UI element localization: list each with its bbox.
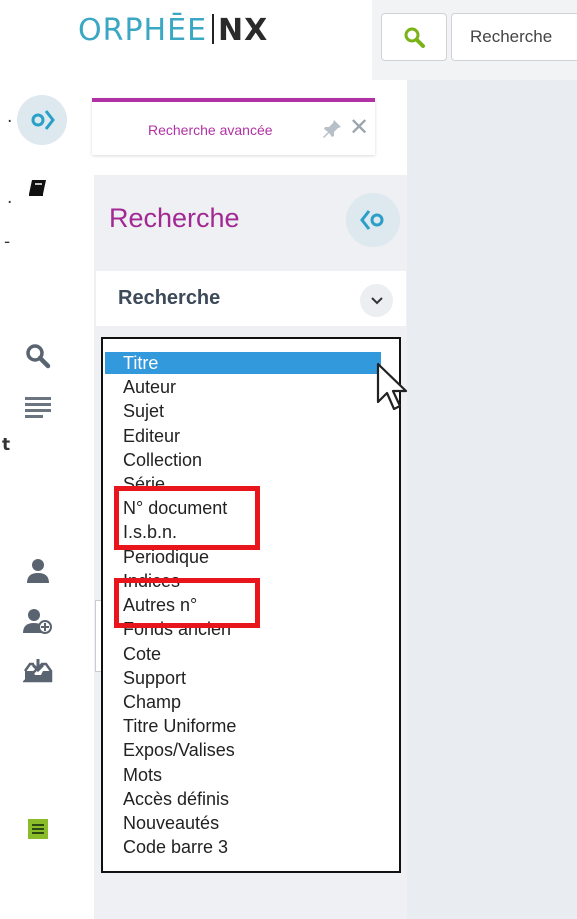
rail-search[interactable] (18, 340, 58, 372)
dropdown-option[interactable]: Code barre 3 (123, 836, 383, 858)
rail-add-user[interactable] (18, 605, 58, 637)
highlight-box (114, 486, 260, 550)
mouse-cursor (376, 362, 412, 417)
search-field-toggle[interactable] (360, 284, 393, 317)
dropdown-option[interactable]: Support (123, 667, 383, 689)
collapse-panel-icon (360, 210, 384, 230)
content-area (407, 80, 577, 919)
dropdown-option[interactable]: Nouveautés (123, 812, 383, 834)
rail-document[interactable] (18, 813, 58, 845)
tab-label: Recherche avancée (148, 122, 273, 138)
dropdown-option[interactable]: Sujet (123, 400, 383, 422)
search-button[interactable] (381, 13, 447, 61)
cursor-icon (376, 362, 408, 411)
rail-list[interactable] (18, 390, 58, 422)
edge-fragment: . (7, 107, 13, 127)
close-tab-button[interactable]: ✕ (349, 116, 369, 140)
rail-book[interactable] (18, 172, 58, 204)
edge-fragment: . (7, 188, 13, 208)
expand-sidebar-icon (31, 110, 55, 130)
dropdown-option[interactable]: Collection (123, 449, 383, 471)
dropdown-option[interactable]: Titre Uniforme (123, 715, 383, 737)
pin-button[interactable] (321, 118, 343, 145)
logo-separator (212, 14, 215, 44)
close-icon: ✕ (349, 114, 370, 141)
dropdown-option[interactable]: Editeur (123, 425, 383, 447)
edge-fragment: t (2, 435, 11, 455)
expand-sidebar-button[interactable] (17, 95, 67, 145)
app-logo: ORPHĒE NX (78, 13, 268, 48)
highlight-box (114, 578, 260, 628)
search-icon (404, 27, 425, 48)
document-icon (28, 819, 48, 839)
tab-recherche-avancee[interactable]: Recherche avancée ✕ (92, 98, 375, 155)
collapse-panel-button[interactable] (346, 193, 400, 247)
rail-user[interactable] (18, 555, 58, 587)
pin-icon (323, 120, 341, 138)
dropdown-option-selected[interactable]: Titre (105, 352, 381, 374)
book-icon (29, 180, 46, 196)
brand-main: ORPHĒE (78, 13, 208, 48)
brand-suffix: NX (218, 13, 269, 48)
dropdown-option[interactable]: Accès définis (123, 788, 383, 810)
list-icon (25, 397, 51, 418)
chevron-down-icon (370, 296, 383, 304)
dropdown-option[interactable]: Champ (123, 691, 383, 713)
rail-inbox[interactable] (18, 655, 58, 687)
dropdown-option[interactable]: Cote (123, 643, 383, 665)
search-field-label: Recherche (118, 287, 221, 309)
panel-title: Recherche (109, 203, 240, 233)
user-icon (27, 559, 49, 583)
add-user-icon (23, 609, 52, 634)
search-input[interactable]: Recherche (451, 13, 577, 61)
dropdown-option[interactable]: Auteur (123, 376, 383, 398)
edge-fragment: - (4, 232, 11, 252)
inbox-download-icon (23, 659, 53, 683)
dropdown-option[interactable]: Mots (123, 764, 383, 786)
dropdown-option[interactable]: Expos/Valises (123, 739, 383, 761)
search-icon (26, 344, 51, 369)
